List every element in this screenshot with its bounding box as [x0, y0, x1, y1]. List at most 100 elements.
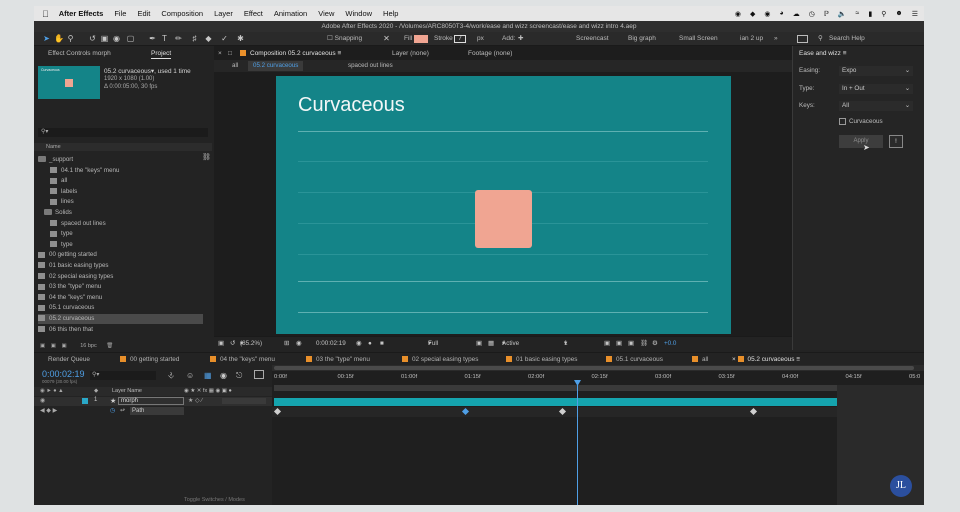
mask-icon[interactable]: ◉ — [296, 337, 302, 350]
clone-stamp-tool-icon[interactable]: ♯ — [190, 34, 199, 43]
workspace-screencast[interactable]: Screencast — [576, 32, 609, 46]
search-help-input[interactable]: Search Help — [829, 32, 865, 46]
timeline-snapshot-icon[interactable] — [254, 370, 264, 379]
trash-icon[interactable]: 🗑 — [106, 343, 113, 349]
tab-project[interactable]: Project — [151, 48, 172, 59]
keys-select[interactable]: All ⌄ — [839, 101, 913, 111]
timeline-icon[interactable]: ▣ — [628, 337, 634, 350]
bluetooth-icon[interactable]: ℙ — [824, 10, 829, 18]
selection-tool-icon[interactable]: ➤ — [42, 34, 51, 43]
interpret-footage-icon[interactable]: ▣ — [40, 343, 45, 349]
project-item[interactable]: 00 getting started — [38, 250, 97, 260]
work-area-range[interactable] — [274, 385, 837, 391]
control-center-icon[interactable]: ☰ — [912, 10, 918, 18]
layer-name-header[interactable]: Layer Name — [112, 388, 142, 394]
search-icon[interactable]: ⚲ — [881, 10, 886, 18]
stroke-width-input[interactable]: 7 — [454, 35, 466, 43]
layer-row[interactable]: ◉ 1 ★ morph ★ ◇ ∕ — [34, 397, 272, 406]
curvaceous-checkbox[interactable] — [839, 118, 846, 125]
project-item[interactable]: all — [50, 176, 67, 186]
pan-behind-tool-icon[interactable]: ◉ — [112, 34, 121, 43]
layer-duration-bar[interactable] — [274, 398, 912, 406]
menu-file[interactable]: File — [114, 9, 126, 18]
fill-label[interactable]: Fill — [404, 32, 412, 46]
graph-editor-icon[interactable]: ⎋ — [236, 371, 242, 381]
cloud-icon[interactable]: ☁ — [793, 10, 800, 18]
breadcrumb-all[interactable]: all — [232, 62, 238, 69]
wifi-icon[interactable]: ≈ — [856, 10, 860, 17]
keyframe-nav-icon[interactable]: ◀ ◆ ▶ — [40, 407, 57, 414]
fill-color-swatch[interactable] — [414, 35, 428, 43]
app-name-menu[interactable]: After Effects — [59, 9, 104, 18]
tab-composition[interactable]: Composition 05.2 curvaceous ≡ — [240, 48, 341, 59]
tab-layer[interactable]: Layer (none) — [392, 48, 429, 59]
always-preview-icon[interactable]: ▣ — [218, 337, 224, 350]
camera-tool-icon[interactable]: ▣ — [100, 34, 109, 43]
new-folder-icon[interactable]: ▣ — [51, 343, 56, 349]
workspace-small-screen[interactable]: Small Screen — [679, 32, 718, 46]
project-item[interactable]: 04 the "keys" menu — [38, 293, 102, 303]
timeline-search-input[interactable]: ⚲▾ — [90, 371, 156, 380]
motion-blur-icon[interactable]: ◉ — [220, 371, 227, 380]
grid-icon[interactable]: ⊞ — [284, 337, 289, 350]
resolution-dropdown[interactable]: Full ▾ — [428, 337, 438, 350]
comp-mini-flowchart-icon[interactable]: ⎀ — [168, 371, 174, 381]
layer-mode-switches[interactable] — [222, 398, 266, 404]
eraser-tool-icon[interactable]: ◆ — [204, 34, 213, 43]
menu-window[interactable]: Window — [345, 9, 372, 18]
morph-shape[interactable] — [475, 190, 532, 248]
project-item[interactable]: 05.1 curvaceous — [38, 303, 94, 313]
sync-settings-icon[interactable] — [797, 35, 808, 43]
dropbox-icon[interactable]: ◆ — [750, 10, 755, 18]
menu-effect[interactable]: Effect — [244, 9, 263, 18]
snapping-checkbox[interactable]: ☐ Snapping — [327, 32, 362, 46]
time-navigator[interactable] — [274, 366, 914, 370]
battery-icon[interactable]: ▮ — [868, 10, 872, 18]
menu-edit[interactable]: Edit — [137, 9, 150, 18]
flowchart-icon[interactable]: ⛓ — [202, 153, 211, 161]
puppet-tool-icon[interactable]: ✱ — [236, 34, 245, 43]
tab-effect-controls[interactable]: Effect Controls morph — [48, 48, 111, 59]
project-item[interactable]: 03 the "type" menu — [38, 282, 101, 292]
layer-name[interactable]: morph — [118, 397, 184, 405]
snap-options-icon[interactable]: ✕ — [382, 34, 391, 43]
creative-cloud-icon[interactable]: ◉ — [735, 10, 741, 18]
add-label[interactable]: Add: — [502, 32, 515, 46]
project-item[interactable]: type — [50, 240, 73, 250]
stroke-label[interactable]: Stroke — [434, 32, 453, 46]
layer-label-color[interactable] — [82, 398, 88, 404]
viewer-close-icon[interactable]: × — [218, 48, 222, 59]
project-item[interactable]: 05.2 curvaceous — [38, 314, 203, 324]
exposure-value[interactable]: +0.0 — [664, 337, 676, 350]
curvaceous-label[interactable]: Curvaceous — [849, 118, 883, 125]
time-machine-icon[interactable]: ◷ — [809, 10, 815, 18]
rotate-tool-icon[interactable]: ↺ — [88, 34, 97, 43]
project-item[interactable]: 01 basic easing types — [38, 261, 109, 271]
hide-icon[interactable]: ◕ — [780, 10, 784, 17]
project-item[interactable]: Solids — [44, 208, 72, 218]
color-channel-icon[interactable]: ■ — [380, 337, 384, 350]
ease-panel-title[interactable]: Ease and wizz ≡ — [799, 48, 847, 59]
frame-blending-icon[interactable]: ▦ — [204, 371, 212, 380]
camera-dropdown[interactable]: Active Camera ▾ — [502, 337, 524, 360]
tab-footage[interactable]: Footage (none) — [468, 48, 512, 59]
toggle-switches-modes[interactable]: Toggle Switches / Modes — [184, 497, 245, 503]
volume-icon[interactable]: 🔈 — [838, 10, 847, 18]
visibility-icon[interactable]: ◉ — [40, 397, 45, 404]
workspace-menu-icon[interactable]: » — [774, 32, 778, 46]
viewer-timecode[interactable]: 0:00:02:19 — [316, 337, 346, 350]
easing-select[interactable]: Expo ⌄ — [839, 66, 913, 76]
search-help-icon[interactable]: ⚲ — [818, 32, 823, 46]
workspace-big-graph[interactable]: Big graph — [628, 32, 656, 46]
transparency-grid-icon[interactable]: ▦ — [488, 337, 494, 350]
menu-animation[interactable]: Animation — [274, 9, 307, 18]
zoom-dropdown[interactable]: (85.2%) ▾ — [240, 337, 262, 350]
roi-icon[interactable]: ▣ — [476, 337, 482, 350]
current-time[interactable]: 0:00:02:19 — [42, 369, 85, 379]
hand-tool-icon[interactable]: ✋ — [54, 34, 64, 43]
rectangle-tool-icon[interactable]: ▢ — [126, 34, 135, 43]
shy-icon[interactable]: ☺ — [186, 371, 194, 380]
flowchart-viewer-icon[interactable]: ⛓ — [640, 337, 648, 350]
timeline-track-area[interactable]: 0:00f 00:15f 01:00f 01:15f 02:00f 02:15f 03:00… — [272, 365, 924, 505]
project-item[interactable]: spaced out lines — [50, 219, 106, 229]
